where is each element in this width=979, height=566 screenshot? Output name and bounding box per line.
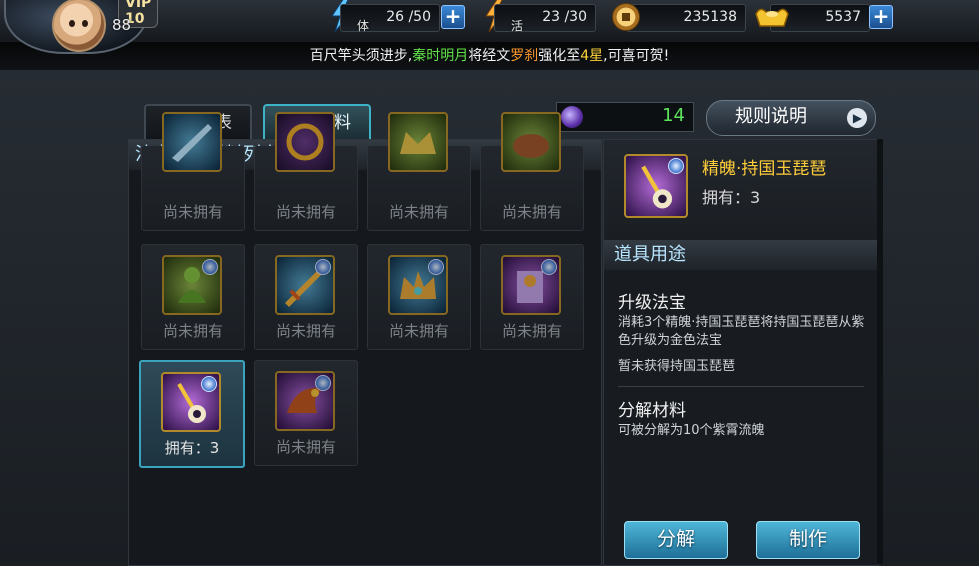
- material-status: 尚未拥有: [275, 322, 336, 340]
- material-cell[interactable]: 尚未拥有: [141, 112, 245, 231]
- green-crown-icon: [388, 112, 448, 172]
- stamina-bar: 体 26 /50: [340, 4, 440, 33]
- dragon-crown-icon: [388, 255, 448, 315]
- material-status: 尚未拥有: [275, 203, 336, 221]
- blue-orb-badge-icon: [315, 259, 331, 275]
- item-name: 精魄·持国玉琵琶: [702, 159, 827, 179]
- blue-orb-badge-icon: [201, 376, 217, 392]
- orb-count: 14: [662, 105, 685, 126]
- purple-dragon-icon: [275, 371, 335, 431]
- stamina-value: 26 /50: [386, 9, 431, 25]
- green-beast-icon: [501, 112, 561, 172]
- material-cell[interactable]: 尚未拥有: [141, 244, 245, 350]
- ingots-value: 5537: [825, 9, 861, 25]
- stamina-label: 体: [357, 19, 370, 33]
- material-status: 尚未拥有: [162, 322, 223, 340]
- gold-ingot-icon: [755, 8, 789, 27]
- not-obtained-note: 暂未获得持国玉琵琶: [618, 359, 736, 374]
- material-owned-count: 拥有：3: [164, 439, 220, 457]
- material-cell[interactable]: 尚未拥有: [254, 244, 358, 350]
- blue-orb-badge-icon: [202, 259, 218, 275]
- add-stamina-button[interactable]: +: [441, 5, 465, 29]
- ticker-text-1: 百尺竿头须进步,: [309, 48, 413, 64]
- material-cell[interactable]: 尚未拥有: [480, 112, 584, 231]
- divider: [618, 386, 864, 387]
- blue-orb-badge-icon: [541, 259, 557, 275]
- ticker-item-name: 罗刹: [510, 48, 539, 64]
- avatar[interactable]: [52, 0, 106, 52]
- ticker-player-name: 秦时明月: [412, 48, 469, 64]
- ticker-text-3: 强化至: [538, 48, 581, 64]
- blue-orb-badge-icon: [428, 259, 444, 275]
- material-cell[interactable]: 尚未拥有: [254, 112, 358, 231]
- pipa-icon: [161, 372, 221, 432]
- material-status: 尚未拥有: [501, 203, 562, 221]
- ticker-text-2: 将经文: [468, 48, 511, 64]
- material-cell[interactable]: 尚未拥有: [367, 112, 471, 231]
- player-level: 88: [112, 16, 132, 34]
- rules-button[interactable]: 规则说明 ▶: [706, 100, 876, 136]
- material-status: 尚未拥有: [388, 322, 449, 340]
- play-arrow-icon: ▶: [847, 108, 867, 128]
- material-status: 尚未拥有: [275, 438, 336, 456]
- detail-scrollbar[interactable]: [877, 139, 883, 564]
- blue-orb-badge-icon: [315, 375, 331, 391]
- ticker-text-4: ,可喜可贺!: [603, 48, 670, 64]
- demon-banner-icon: [501, 255, 561, 315]
- golden-sword-icon: [275, 255, 335, 315]
- material-status: 尚未拥有: [388, 203, 449, 221]
- energy-label: 活: [511, 19, 524, 33]
- coins-value: 235138: [683, 9, 737, 25]
- material-cell[interactable]: 尚未拥有: [367, 244, 471, 350]
- coin-icon: [612, 3, 640, 31]
- energy-value: 23 /30: [542, 9, 587, 25]
- blue-orb-badge-icon: [668, 158, 684, 174]
- energy-bar: 活 23 /30: [494, 4, 596, 33]
- item-owned-count: 拥有：3: [702, 188, 761, 207]
- item-detail-panel: 精魄·持国玉琵琶 拥有：3 道具用途 升级法宝 消耗3个精魄·持国玉琵琶将持国玉…: [603, 139, 879, 566]
- material-cell[interactable]: 尚未拥有: [480, 244, 584, 350]
- golden-ring-icon: [275, 112, 335, 172]
- coins-bar: 235138: [626, 4, 746, 32]
- purple-orb-icon: [561, 106, 583, 128]
- material-list-panel: 法宝升级材料列表 尚未拥有 尚未拥有 尚未拥有 尚未拥有: [128, 112, 602, 566]
- material-status: 尚未拥有: [162, 203, 223, 221]
- item-usage-header: 道具用途: [604, 240, 878, 270]
- material-status: 尚未拥有: [501, 322, 562, 340]
- pipa-icon: [624, 154, 688, 218]
- decompose-button[interactable]: 分解: [624, 521, 728, 559]
- upgrade-title: 升级法宝: [618, 293, 686, 313]
- ticker-stars: 4星: [580, 48, 604, 64]
- rules-button-label: 规则说明: [735, 106, 807, 127]
- blue-blade-icon: [162, 112, 222, 172]
- upgrade-description: 消耗3个精魄·持国玉琵琶将持国玉琵琶从紫色升级为金色法宝: [618, 315, 865, 348]
- add-ingots-button[interactable]: +: [869, 5, 893, 29]
- player-avatar-area[interactable]: VIP 10 88: [0, 0, 159, 64]
- item-detail-header: 精魄·持国玉琵琶 拥有：3: [604, 140, 878, 240]
- craft-button[interactable]: 制作: [756, 521, 860, 559]
- orb-currency: 14: [556, 102, 694, 132]
- material-cell-selected[interactable]: 拥有：3: [139, 360, 245, 468]
- jade-buddha-icon: [162, 255, 222, 315]
- material-cell[interactable]: 尚未拥有: [254, 360, 358, 466]
- decompose-title: 分解材料: [618, 401, 686, 421]
- decompose-description: 可被分解为10个紫霄流魄: [618, 423, 765, 438]
